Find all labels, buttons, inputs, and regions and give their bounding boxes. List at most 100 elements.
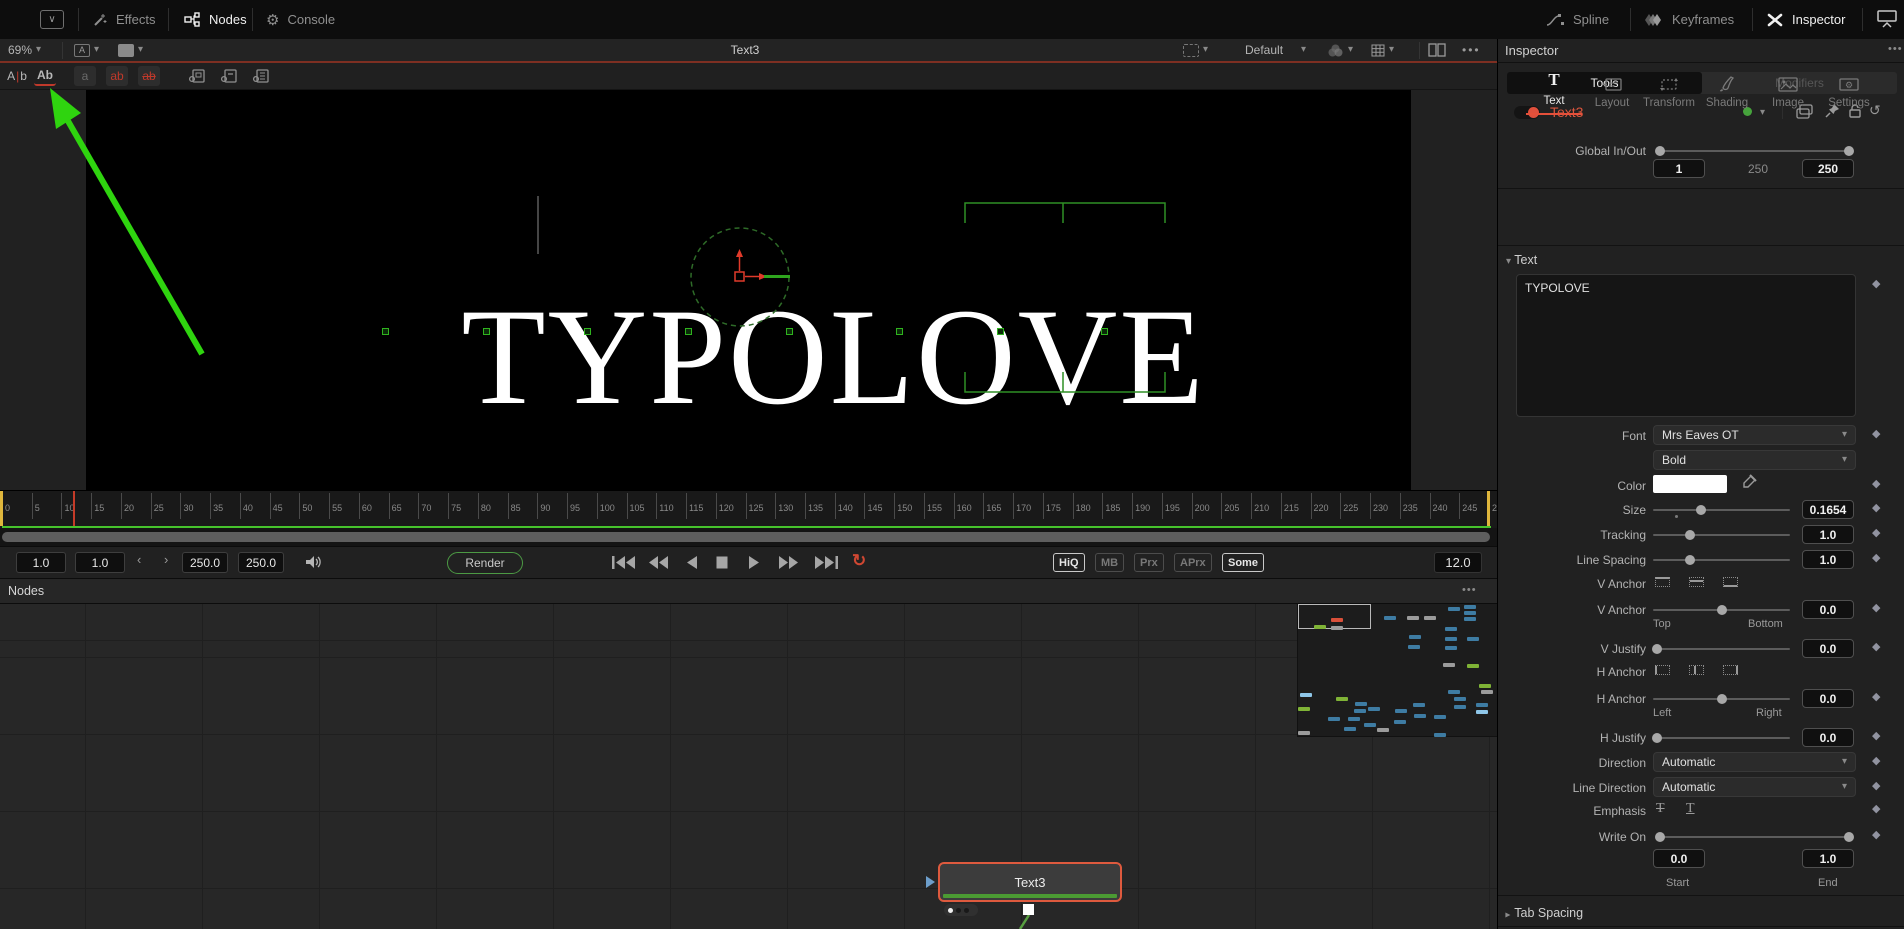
keyframe-diamond-tracking[interactable]: ◆ (1872, 528, 1880, 539)
tab-settings[interactable]: ⚙ Settings (1821, 63, 1877, 115)
tracking-field[interactable]: 1.0 (1802, 525, 1854, 544)
size-field[interactable]: 0.1654 (1802, 500, 1854, 519)
quality-button-hiq[interactable]: HiQ (1053, 553, 1085, 572)
step-back-button[interactable]: ‹ (137, 552, 141, 567)
line-spacing-slider[interactable] (1653, 559, 1790, 561)
h-justify-slider[interactable] (1653, 737, 1790, 739)
node-output-square[interactable] (1023, 904, 1034, 915)
lut-dropdown[interactable]: Default▾ (1245, 39, 1306, 61)
playhead[interactable] (73, 491, 75, 526)
h-anchor-left-button[interactable] (1655, 665, 1670, 675)
tab-effects[interactable]: Effects (92, 0, 156, 39)
tab-keyframes[interactable]: Keyframes (1644, 0, 1734, 39)
character-shape-modifier-icon[interactable] (218, 66, 240, 86)
line-direction-dropdown[interactable]: Automatic▾ (1653, 777, 1856, 797)
collapse-panel-icon[interactable] (1876, 8, 1898, 30)
strikethrough-button[interactable]: T (1656, 801, 1665, 817)
text-cursor-tool-icon[interactable]: A|b (6, 66, 28, 86)
time-ruler[interactable]: 0510152025303540455055606570758085909510… (0, 490, 1497, 528)
h-justify-field[interactable]: 0.0 (1802, 728, 1854, 747)
v-anchor-middle-button[interactable] (1689, 577, 1704, 587)
text3-node[interactable]: Text3 (938, 862, 1122, 902)
letter-baseline-marker[interactable] (483, 328, 490, 335)
text-scramble-modifier-icon[interactable] (250, 66, 272, 86)
play-icon[interactable] (748, 556, 760, 569)
eyedropper-icon[interactable] (1741, 474, 1757, 490)
underline-button[interactable]: T (1686, 801, 1695, 817)
split-view-icon[interactable] (1428, 39, 1446, 61)
keyframe-diamond-v-anchor[interactable]: ◆ (1872, 603, 1880, 614)
follower-modifier-icon[interactable] (186, 66, 208, 86)
keyframe-diamond-size[interactable]: ◆ (1872, 503, 1880, 514)
render-button[interactable]: Render (447, 552, 523, 574)
letter-baseline-marker[interactable] (685, 328, 692, 335)
step-forward-button[interactable]: › (164, 552, 168, 567)
node-input-triangle[interactable] (926, 876, 935, 888)
stop-icon[interactable] (716, 556, 728, 569)
render-start-field[interactable]: 1.0 (75, 552, 125, 573)
keyframe-diamond-direction[interactable]: ◆ (1872, 756, 1880, 767)
nodes-more-icon[interactable]: ••• (1462, 584, 1477, 596)
timeline-scrollbar[interactable] (0, 528, 1497, 546)
viewer-more-icon[interactable]: ••• (1462, 39, 1481, 61)
inspector-more-icon[interactable]: ••• (1888, 43, 1903, 55)
keyframe-diamond-write-on[interactable]: ◆ (1872, 830, 1880, 841)
node-graph-canvas[interactable]: Text3 (0, 604, 1497, 929)
tab-shading[interactable]: Shading (1699, 63, 1755, 115)
h-anchor-slider[interactable] (1653, 698, 1790, 700)
h-anchor-field[interactable]: 0.0 (1802, 689, 1854, 708)
letter-baseline-marker[interactable] (896, 328, 903, 335)
font-family-dropdown[interactable]: Mrs Eaves OT▾ (1653, 425, 1856, 445)
size-slider[interactable] (1653, 509, 1790, 511)
keyframe-diamond-v-justify[interactable]: ◆ (1872, 642, 1880, 653)
letter-baseline-marker[interactable] (382, 328, 389, 335)
write-on-slider[interactable] (1656, 836, 1853, 838)
word-level-styling-icon[interactable]: ab (106, 66, 128, 86)
global-end-field[interactable]: 250.0 (238, 552, 284, 573)
direction-dropdown[interactable]: Automatic▾ (1653, 752, 1856, 772)
v-anchor-bottom-button[interactable] (1723, 577, 1738, 587)
v-anchor-top-button[interactable] (1655, 577, 1670, 587)
channel-dropdown[interactable]: A ▾ (74, 39, 99, 61)
keyframe-diamond-h-justify[interactable]: ◆ (1872, 731, 1880, 742)
tab-transform[interactable]: Transform (1641, 63, 1697, 115)
tracking-slider[interactable] (1653, 534, 1790, 536)
zoom-level-dropdown[interactable]: 69%▾ (8, 39, 41, 61)
viewer-canvas[interactable]: TYPOLOVE (86, 90, 1411, 490)
loop-icon[interactable]: ↻ (852, 551, 866, 571)
quality-button-aprx[interactable]: APrx (1174, 553, 1212, 572)
tab-inspector[interactable]: Inspector (1766, 0, 1845, 39)
tab-image[interactable]: Image (1760, 63, 1816, 115)
v-anchor-field[interactable]: 0.0 (1802, 600, 1854, 619)
h-anchor-center-button[interactable] (1689, 665, 1704, 675)
styled-text-input[interactable]: TYPOLOVE (1516, 274, 1856, 417)
global-out-field[interactable]: 250 (1802, 159, 1854, 178)
current-frame-field[interactable]: 12.0 (1434, 552, 1482, 573)
play-reverse-icon[interactable] (686, 556, 698, 569)
v-anchor-slider[interactable] (1653, 609, 1790, 611)
keyframe-diamond-text[interactable]: ◆ (1872, 279, 1880, 290)
tab-console[interactable]: ⚙ Console (266, 0, 335, 39)
letter-baseline-marker[interactable] (584, 328, 591, 335)
section-tab-spacing-header[interactable]: ▾ Tab Spacing (1506, 906, 1583, 920)
keyframe-diamond-line-spacing[interactable]: ◆ (1872, 553, 1880, 564)
letter-baseline-marker[interactable] (786, 328, 793, 335)
write-on-start-field[interactable]: 0.0 (1653, 849, 1705, 868)
section-text-header[interactable]: ▾ Text (1506, 253, 1537, 267)
tab-text[interactable]: T Text (1526, 63, 1582, 115)
letter-baseline-marker[interactable] (1101, 328, 1108, 335)
quality-button-some[interactable]: Some (1222, 553, 1264, 572)
keyframe-diamond-font[interactable]: ◆ (1872, 429, 1880, 440)
line-spacing-field[interactable]: 1.0 (1802, 550, 1854, 569)
toolbar-select-icon[interactable]: ∨ (40, 10, 64, 29)
h-anchor-right-button[interactable] (1723, 665, 1738, 675)
color-swatch[interactable] (1653, 475, 1727, 493)
quality-button-mb[interactable]: MB (1095, 553, 1124, 572)
global-inout-slider[interactable] (1656, 150, 1853, 152)
keyframe-diamond-h-anchor[interactable]: ◆ (1872, 692, 1880, 703)
guides-dropdown[interactable]: ▾ (1371, 39, 1394, 61)
global-in-field[interactable]: 1 (1653, 159, 1705, 178)
buffer-dropdown[interactable]: ▾ (118, 39, 143, 61)
node-graph-minimap[interactable] (1297, 604, 1497, 737)
keyframe-diamond-line-direction[interactable]: ◆ (1872, 781, 1880, 792)
